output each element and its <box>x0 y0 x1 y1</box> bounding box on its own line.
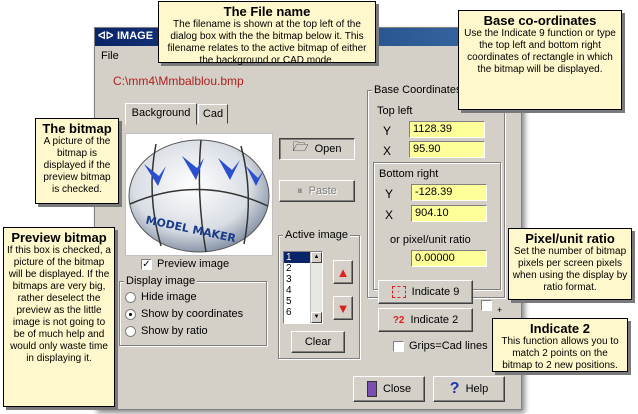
preview-image-checkbox[interactable]: ✓ <box>141 259 152 270</box>
scroll-down-icon[interactable]: ▼ <box>311 312 322 323</box>
callout-file-name: The File name The filename is shown at t… <box>158 1 376 66</box>
callout-pixel-unit-ratio: Pixel/unit ratio Set the number of bitma… <box>508 228 632 300</box>
top-left-x-field[interactable]: 95.90 <box>409 141 485 158</box>
list-item[interactable]: 1 <box>284 252 310 263</box>
radio-hide-image[interactable] <box>125 292 136 303</box>
folder-icon: 🗁 <box>292 139 309 154</box>
top-left-y-field[interactable]: 1128.39 <box>409 121 485 138</box>
bottom-right-group <box>373 162 501 290</box>
question-icon: ? <box>449 380 460 397</box>
top-left-x-label: X <box>383 144 392 158</box>
top-left-label: Top left <box>377 105 413 117</box>
callout-indicate-2: Indicate 2 This function allows you to m… <box>492 318 628 372</box>
move-down-button[interactable]: ▼ <box>333 296 353 320</box>
tab-background[interactable]: Background <box>125 103 197 125</box>
arrow-up-icon: ▲ <box>336 264 350 280</box>
app-icon: ᐊᐅ <box>98 31 114 42</box>
callout-preview-bitmap: Preview bitmap If this box is checked, a… <box>3 227 115 407</box>
bottom-right-x-field[interactable]: 904.10 <box>411 205 487 222</box>
active-image-legend: Active image <box>283 229 350 241</box>
base-coordinates-legend: Base Coordinates <box>372 84 464 96</box>
move-up-button[interactable]: ▲ <box>333 260 353 284</box>
ratio-field[interactable]: 0.00000 <box>411 250 487 267</box>
question-point-icon: ?2 <box>392 314 405 326</box>
grid-icon: · <box>391 286 406 298</box>
door-icon <box>366 381 377 397</box>
clear-button[interactable]: Clear <box>291 331 345 353</box>
ball-image: MODEL MAKER <box>128 139 270 253</box>
bottom-right-x-label: X <box>385 208 394 222</box>
open-button[interactable]: 🗁 Open <box>279 138 355 160</box>
indicate-checkbox[interactable] <box>481 300 492 311</box>
menu-file[interactable]: File <box>101 50 119 62</box>
radio-show-by-ratio-label: Show by ratio <box>141 325 208 337</box>
scroll-up-icon[interactable]: ▲ <box>311 252 322 263</box>
indicate-2-button[interactable]: ?2 Indicate 2 <box>378 308 473 332</box>
bottom-right-y-label: Y <box>385 187 394 201</box>
bottom-right-y-field[interactable]: -128.39 <box>411 184 487 201</box>
list-scrollbar[interactable]: ▲ ▼ <box>310 252 322 323</box>
paste-icon: ⏸ <box>297 184 303 197</box>
grips-cad-label: Grips=Cad lines <box>409 340 488 352</box>
preview-image-label: Preview image <box>157 258 230 270</box>
radio-show-by-coordinates-label: Show by coordinates <box>141 308 244 320</box>
paste-button[interactable]: ⏸ Paste <box>279 180 355 202</box>
tab-cad[interactable]: Cad <box>198 104 228 124</box>
plus-label: + <box>497 305 503 315</box>
active-image-list[interactable]: 1 2 3 4 5 6 ▲ ▼ <box>283 251 323 324</box>
grips-cad-checkbox[interactable] <box>393 341 404 352</box>
bottom-right-label: Bottom right <box>379 168 439 180</box>
close-button[interactable]: Close <box>353 376 425 402</box>
radio-hide-image-label: Hide image <box>141 291 197 303</box>
arrow-down-icon: ▼ <box>336 300 350 316</box>
top-left-y-label: Y <box>383 124 392 138</box>
indicate-9-button[interactable]: · Indicate 9 <box>378 280 473 304</box>
display-image-legend: Display image <box>124 275 198 287</box>
callout-bitmap: The bitmap A picture of the bitmap is di… <box>35 118 119 204</box>
callout-base-coordinates: Base co-ordinates Use the Indicate 9 fun… <box>458 10 622 110</box>
radio-show-by-ratio[interactable] <box>125 326 136 337</box>
window-title: IMAGE <box>117 30 154 42</box>
filename-label: C:\mm4\Mmbalblou.bmp <box>113 74 244 88</box>
bitmap-preview: MODEL MAKER <box>125 133 273 256</box>
radio-show-by-coordinates[interactable] <box>125 309 136 320</box>
ratio-label: or pixel/unit ratio <box>390 234 471 246</box>
help-button[interactable]: ? Help <box>433 376 505 402</box>
